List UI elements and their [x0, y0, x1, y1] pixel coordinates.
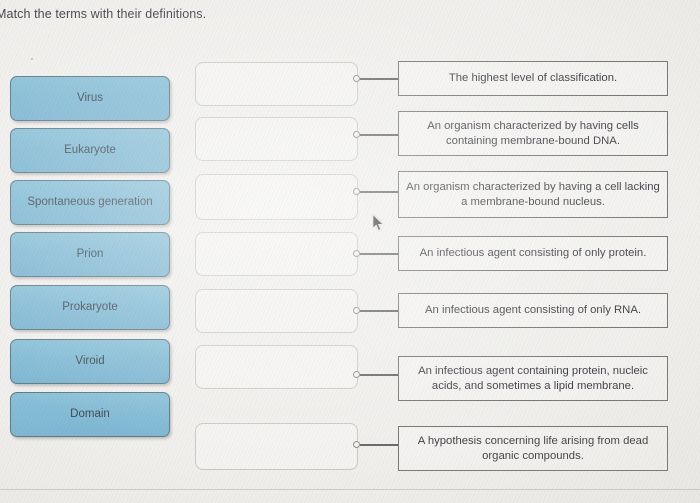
term-tile-label: Virus [77, 91, 103, 104]
term-tile-5[interactable]: Viroid [10, 339, 170, 384]
definition-box-2[interactable]: An organism characterized by having a ce… [398, 171, 668, 218]
definition-text: An infectious agent containing protein, … [418, 365, 648, 392]
connector-line [360, 78, 399, 80]
connector-line [360, 444, 399, 446]
page-title: Match the terms with their definitions. [0, 7, 207, 21]
page-divider [0, 489, 700, 490]
definition-box-6[interactable]: A hypothesis concerning life arising fro… [398, 426, 668, 471]
answer-slot-2[interactable] [195, 174, 358, 220]
term-tile-0[interactable]: Virus [10, 76, 170, 121]
connector-line [360, 253, 399, 255]
definition-box-4[interactable]: An infectious agent consisting of only R… [398, 293, 668, 328]
connector-line [360, 134, 399, 136]
term-tile-label: Eukaryote [64, 143, 116, 156]
term-tile-1[interactable]: Eukaryote [10, 128, 170, 173]
term-tile-2[interactable]: Spontaneous generation [10, 180, 170, 225]
term-tile-3[interactable]: Prion [10, 232, 170, 277]
term-tile-4[interactable]: Prokaryote [10, 285, 170, 330]
image-speck [31, 58, 33, 60]
arrow-pointer-icon [372, 214, 384, 231]
answer-slot-1[interactable] [195, 117, 358, 161]
answer-slot-4[interactable] [195, 289, 358, 333]
definition-box-0[interactable]: The highest level of classification. [398, 61, 668, 96]
term-tile-6[interactable]: Domain [10, 392, 170, 437]
term-tile-label: Prion [76, 247, 104, 260]
definition-box-3[interactable]: An infectious agent consisting of only p… [398, 236, 668, 271]
definition-text: The highest level of classification. [448, 72, 618, 85]
definition-text: A hypothesis concerning life arising fro… [417, 435, 649, 462]
definition-text: An organism characterized by having cell… [427, 120, 639, 147]
definition-text: An infectious agent consisting of only R… [424, 304, 641, 317]
connector-line [360, 374, 399, 376]
answer-slot-6[interactable] [195, 423, 358, 470]
connector-line [360, 191, 399, 193]
term-tile-label: Spontaneous generation [27, 195, 153, 208]
answer-slot-3[interactable] [195, 232, 358, 276]
definition-text: An infectious agent consisting of only p… [419, 247, 647, 260]
answer-slot-5[interactable] [195, 345, 358, 389]
definition-text: An organism characterized by having a ce… [406, 181, 660, 208]
definition-box-5[interactable]: An infectious agent containing protein, … [398, 356, 668, 401]
definition-box-1[interactable]: An organism characterized by having cell… [398, 111, 668, 156]
answer-slot-0[interactable] [195, 62, 358, 106]
term-tile-label: Prokaryote [62, 300, 118, 313]
term-tile-label: Domain [70, 407, 110, 420]
connector-line [360, 310, 399, 312]
term-tile-label: Viroid [75, 354, 105, 367]
